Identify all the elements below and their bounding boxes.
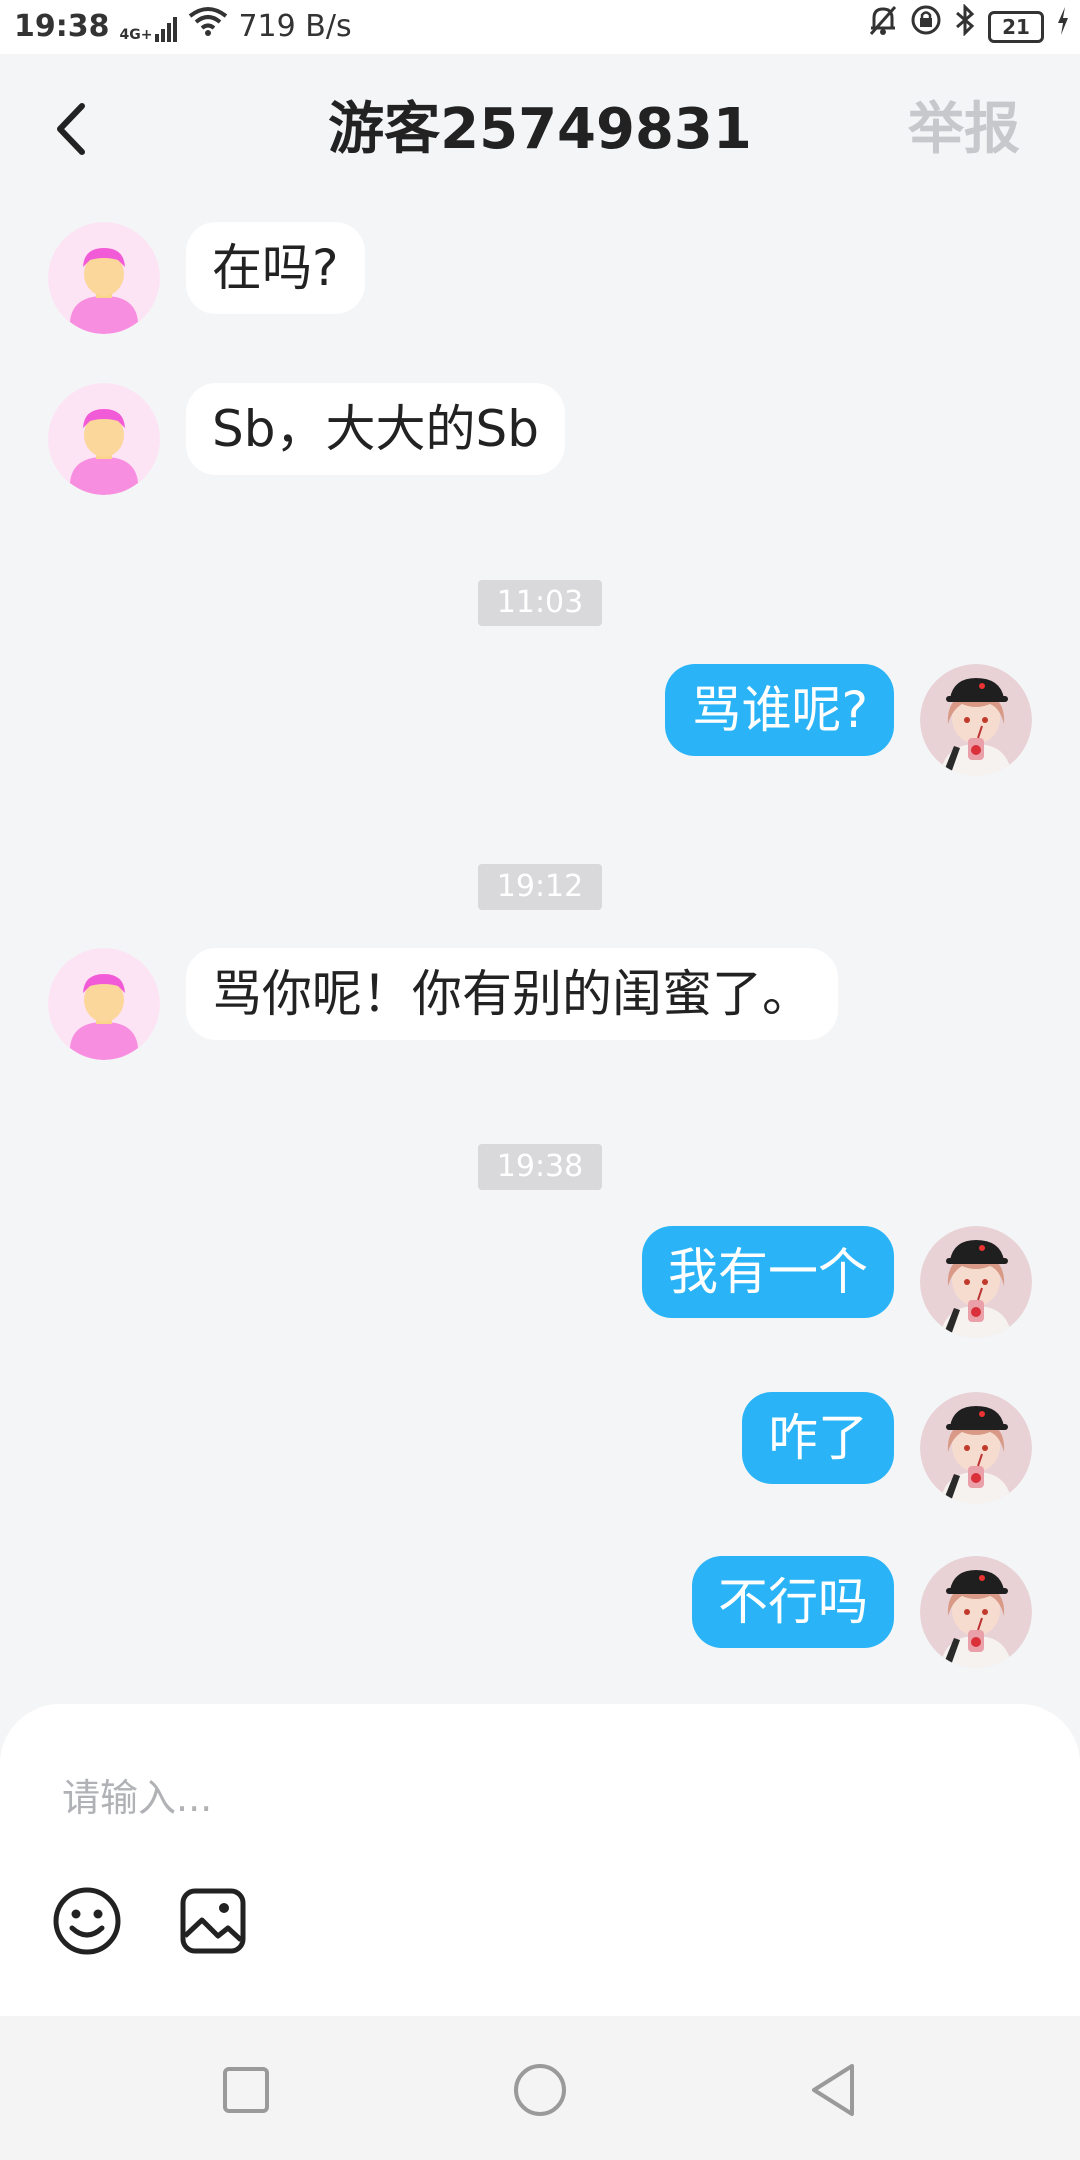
chat-header: 游客25749831 举报 [0, 54, 1080, 204]
my-avatar[interactable] [920, 1226, 1032, 1338]
contact-avatar[interactable] [48, 948, 160, 1060]
contact-avatar[interactable] [48, 383, 160, 495]
chat-screen: 19:38 4G+ 719 B/s 21 游客25749831 举报 在吗? S… [0, 0, 1080, 2160]
bluetooth-icon [954, 0, 976, 54]
message-row: 不行吗 [0, 1556, 1080, 1676]
received-message-bubble[interactable]: 在吗? [186, 222, 365, 314]
anime-girl-avatar-icon [920, 1226, 1032, 1338]
charging-icon [1056, 0, 1070, 54]
my-avatar[interactable] [920, 1556, 1032, 1668]
emoji-icon [53, 1887, 121, 1955]
status-right: 21 [868, 0, 1070, 54]
recents-button[interactable] [216, 2060, 276, 2120]
default-user-icon [48, 383, 160, 495]
battery-level: 21 [1002, 15, 1030, 39]
network-type: 4G+ [119, 27, 153, 43]
message-row: 我有一个 [0, 1226, 1080, 1346]
anime-girl-avatar-icon [920, 664, 1032, 776]
received-message-bubble[interactable]: Sb，大大的Sb [186, 383, 565, 475]
system-back-button[interactable] [804, 2060, 864, 2120]
home-button[interactable] [510, 2060, 570, 2120]
mute-icon [868, 0, 898, 54]
battery-icon: 21 [988, 11, 1044, 43]
status-left: 19:38 4G+ 719 B/s [14, 0, 352, 54]
recents-square-icon [223, 2067, 269, 2113]
message-row: 骂谁呢? [0, 664, 1080, 784]
status-bar: 19:38 4G+ 719 B/s 21 [0, 0, 1080, 54]
anime-girl-avatar-icon [920, 1392, 1032, 1504]
default-user-icon [48, 948, 160, 1060]
message-timestamp: 19:38 [478, 1144, 602, 1190]
home-circle-icon [514, 2064, 566, 2116]
message-row: 骂你呢！你有别的闺蜜了。 [0, 948, 1080, 1068]
system-nav-bar [0, 2016, 1080, 2160]
received-message-bubble[interactable]: 骂你呢！你有别的闺蜜了。 [186, 948, 838, 1040]
message-input[interactable] [60, 1762, 1024, 1834]
message-row: 咋了 [0, 1392, 1080, 1512]
image-button[interactable] [178, 1886, 248, 1956]
image-icon [180, 1888, 246, 1954]
network-speed: 719 B/s [238, 9, 352, 44]
sent-message-bubble[interactable]: 咋了 [742, 1392, 894, 1484]
my-avatar[interactable] [920, 664, 1032, 776]
contact-avatar[interactable] [48, 222, 160, 334]
message-composer [0, 1704, 1080, 2016]
anime-girl-avatar-icon [920, 1556, 1032, 1668]
sent-message-bubble[interactable]: 我有一个 [642, 1226, 894, 1318]
my-avatar[interactable] [920, 1392, 1032, 1504]
message-timestamp: 19:12 [478, 864, 602, 910]
wifi-icon [188, 0, 228, 54]
rotation-lock-icon [910, 0, 942, 54]
signal-icon: 4G+ [120, 12, 179, 42]
sent-message-bubble[interactable]: 不行吗 [692, 1556, 894, 1648]
message-timestamp: 11:03 [478, 580, 602, 626]
sent-message-bubble[interactable]: 骂谁呢? [665, 664, 894, 756]
message-row: Sb，大大的Sb [0, 383, 1080, 503]
report-button[interactable]: 举报 [908, 90, 1020, 170]
emoji-button[interactable] [52, 1886, 122, 1956]
status-time: 19:38 [14, 9, 110, 44]
back-triangle-icon [812, 2064, 854, 2116]
default-user-icon [48, 222, 160, 334]
message-row: 在吗? [0, 222, 1080, 342]
